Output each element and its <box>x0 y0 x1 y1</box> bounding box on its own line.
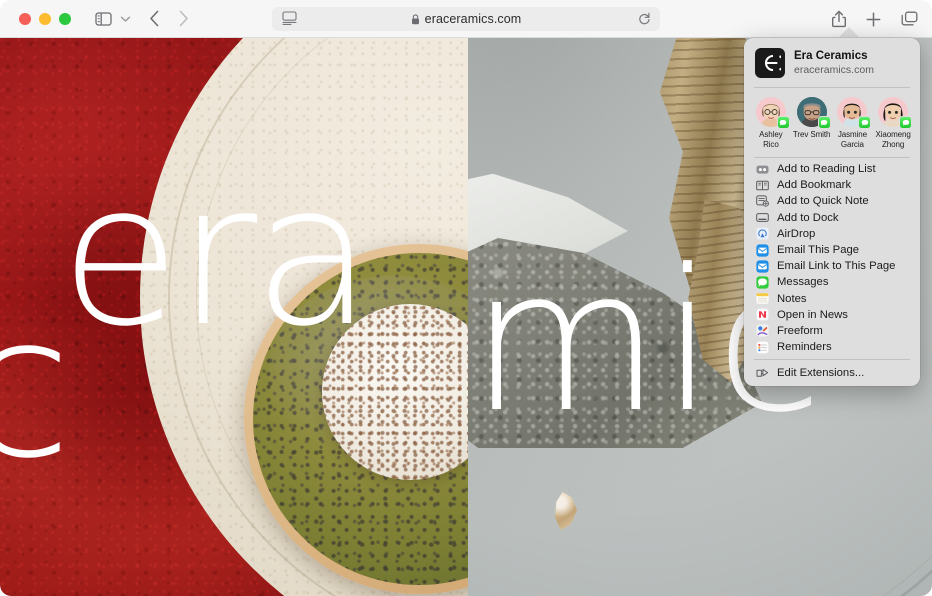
messages-badge-icon <box>776 116 790 129</box>
menu-item-label: Open in News <box>777 308 848 321</box>
minimize-window-button[interactable] <box>39 12 51 25</box>
divider <box>754 359 910 361</box>
chevron-down-icon[interactable] <box>120 15 131 23</box>
site-url: eraceramics.com <box>794 64 874 76</box>
messages-badge-icon <box>858 116 872 129</box>
popover-pointer-arrow <box>838 27 860 38</box>
menu-item-add-to-quick-note[interactable]: Add to Quick Note <box>744 193 920 209</box>
url-text[interactable]: eraceramics.com <box>425 12 522 26</box>
dock-icon <box>755 211 769 225</box>
notes-icon <box>755 292 769 306</box>
menu-item-email-this-page[interactable]: Email This Page <box>744 242 920 258</box>
reading-list-icon <box>755 162 769 176</box>
contact-jasmine-garcia[interactable]: Jasmine Garcia <box>833 97 873 149</box>
menu-item-airdrop[interactable]: AirDrop <box>744 226 920 242</box>
messages-badge-icon <box>817 116 831 129</box>
back-icon[interactable] <box>149 10 160 27</box>
address-bar[interactable]: eraceramics.com <box>272 7 660 31</box>
avatar[interactable] <box>878 97 913 129</box>
reader-view-icon[interactable] <box>282 11 297 30</box>
tab-overview-icon[interactable] <box>901 11 918 27</box>
messages-badge-icon <box>899 116 913 129</box>
extensions-icon <box>755 366 769 380</box>
reminders-icon <box>755 340 769 354</box>
contact-xiaomeng-zhong[interactable]: Xiaomeng Zhong <box>873 97 913 149</box>
menu-item-notes[interactable]: Notes <box>744 291 920 307</box>
share-menu-list: Add to Reading List Add Bookmark Add to … <box>744 158 920 381</box>
avatar[interactable] <box>755 97 790 129</box>
menu-item-label: Freeform <box>777 324 823 337</box>
zoom-window-button[interactable] <box>59 12 71 25</box>
news-icon <box>755 308 769 322</box>
menu-item-label: Reminders <box>777 341 832 354</box>
menu-item-add-bookmark[interactable]: Add Bookmark <box>744 177 920 193</box>
freeform-icon <box>755 324 769 338</box>
bookmark-icon <box>755 178 769 192</box>
mail-icon <box>755 259 769 273</box>
menu-item-add-to-reading-list[interactable]: Add to Reading List <box>744 161 920 177</box>
reload-icon[interactable] <box>638 12 651 31</box>
menu-item-messages[interactable]: Messages <box>744 274 920 290</box>
menu-item-open-in-news[interactable]: Open in News <box>744 307 920 323</box>
menu-item-edit-extensions[interactable]: Edit Extensions... <box>744 365 920 381</box>
shared-site-header: Era Ceramics eraceramics.com <box>744 38 920 87</box>
contact-name: Trev Smith <box>792 130 831 139</box>
hero-image-left <box>0 38 468 596</box>
menu-item-label: AirDrop <box>777 227 816 240</box>
contact-name: Xiaomeng Zhong <box>875 130 911 149</box>
sidebar-icon[interactable] <box>95 11 112 26</box>
share-menu-popover: Era Ceramics eraceramics.com Ashley Rico… <box>744 38 920 387</box>
safari-window: eraceramics.com era c mic Era Ceramics e… <box>0 0 932 596</box>
window-controls <box>19 12 71 25</box>
messages-icon <box>755 275 769 289</box>
menu-item-label: Email Link to This Page <box>777 260 896 273</box>
menu-item-label: Messages <box>777 276 829 289</box>
menu-item-label: Add to Reading List <box>777 163 876 176</box>
share-icon[interactable] <box>832 10 846 28</box>
suggested-contacts-row: Ashley Rico Trev Smith Jasmine Garcia Xi… <box>744 88 920 157</box>
contact-ashley-rico[interactable]: Ashley Rico <box>751 97 791 149</box>
menu-item-add-to-dock[interactable]: Add to Dock <box>744 210 920 226</box>
menu-item-label: Add to Dock <box>777 211 839 224</box>
contact-name: Jasmine Garcia <box>837 130 867 149</box>
site-title: Era Ceramics <box>794 50 868 62</box>
forward-icon[interactable] <box>178 10 189 27</box>
menu-item-freeform[interactable]: Freeform <box>744 323 920 339</box>
close-window-button[interactable] <box>19 12 31 25</box>
menu-item-label: Add to Quick Note <box>777 195 869 208</box>
airdrop-icon <box>755 227 769 241</box>
menu-item-label: Notes <box>777 292 807 305</box>
menu-item-label: Email This Page <box>777 244 860 257</box>
quick-note-icon <box>755 194 769 208</box>
browser-toolbar: eraceramics.com <box>0 0 932 38</box>
menu-item-email-link-to-this-page[interactable]: Email Link to This Page <box>744 258 920 274</box>
era-ceramics-logo <box>755 48 785 78</box>
new-tab-icon[interactable] <box>866 12 881 27</box>
avatar[interactable] <box>837 97 872 129</box>
menu-item-reminders[interactable]: Reminders <box>744 339 920 355</box>
contact-trev-smith[interactable]: Trev Smith <box>792 97 832 149</box>
mail-icon <box>755 243 769 257</box>
avatar[interactable] <box>796 97 831 129</box>
lock-icon <box>411 13 420 25</box>
contact-name: Ashley Rico <box>759 130 783 149</box>
menu-item-label: Add Bookmark <box>777 179 852 192</box>
menu-item-label: Edit Extensions... <box>777 367 865 380</box>
